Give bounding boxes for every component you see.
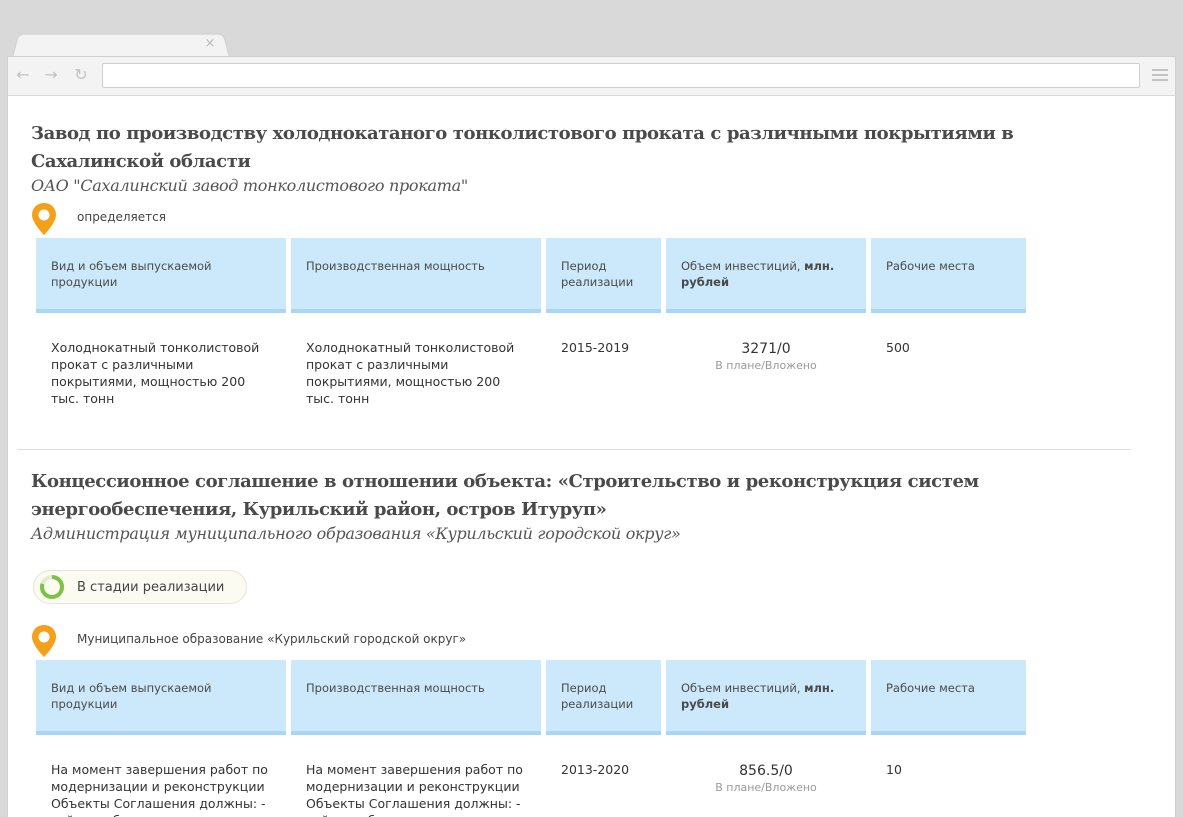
tab-close-icon[interactable]: × — [203, 37, 217, 51]
status-text: В стадии реализации — [77, 579, 225, 595]
header-jobs: Рабочие места — [871, 238, 1026, 313]
forward-icon[interactable]: → — [42, 66, 60, 84]
status-badge: В стадии реализации — [33, 570, 248, 604]
cell-product: На момент завершения работ по модернизац… — [51, 762, 268, 817]
project-organization: ОАО "Сахалинский завод тонколистового пр… — [31, 176, 468, 195]
project-location: определяется — [31, 202, 1175, 236]
project-location: Муниципальное образование «Курильский го… — [31, 624, 1175, 658]
project-title[interactable]: Завод по производству холоднокатаного то… — [31, 120, 1141, 176]
investment-caption: В плане/Вложено — [715, 781, 817, 794]
header-period: Период реализации — [546, 660, 661, 735]
project-card: Концессионное соглашение в отношении объ… — [8, 450, 1175, 817]
project-table: Вид и объем выпускаемой продукции Произв… — [31, 660, 1031, 817]
cell-jobs: 500 — [886, 340, 910, 355]
project-organization: Администрация муниципального образования… — [31, 524, 681, 543]
project-title[interactable]: Концессионное соглашение в отношении объ… — [31, 468, 1141, 524]
header-investment: Объем инвестиций, млн. рублей — [666, 660, 866, 735]
project-card: Завод по производству холоднокатаного то… — [8, 97, 1175, 449]
project-table: Вид и объем выпускаемой продукции Произв… — [31, 238, 1031, 449]
header-period: Период реализации — [546, 238, 661, 313]
cell-jobs: 10 — [886, 762, 902, 777]
location-pin-icon — [32, 625, 56, 657]
cell-capacity: На момент завершения работ по модернизац… — [306, 762, 523, 817]
address-bar[interactable] — [102, 63, 1140, 88]
table-row: Холоднокатный тонколистовой прокат с раз… — [36, 313, 1026, 449]
location-text: определяется — [77, 210, 166, 224]
investment-value: 856.5/0 — [739, 763, 793, 779]
browser-window: ← → ↻ Завод по производству холоднокатан… — [7, 56, 1176, 817]
cell-investment: 3271/0 В плане/Вложено — [666, 313, 866, 449]
cell-capacity: Холоднокатный тонколистовой прокат с раз… — [306, 340, 515, 406]
location-pin-icon — [32, 203, 56, 235]
browser-toolbar: ← → ↻ — [8, 57, 1175, 96]
cell-period: 2015-2019 — [561, 340, 630, 355]
browser-tab[interactable] — [12, 33, 230, 58]
table-row: На момент завершения работ по модернизац… — [36, 735, 1026, 817]
header-product: Вид и объем выпускаемой продукции — [36, 238, 286, 313]
page-content: Завод по производству холоднокатаного то… — [8, 97, 1175, 817]
progress-ring-icon — [40, 575, 64, 599]
reload-icon[interactable]: ↻ — [72, 66, 90, 84]
header-investment: Объем инвестиций, млн. рублей — [666, 238, 866, 313]
header-capacity: Производственная мощность — [291, 238, 541, 313]
header-jobs: Рабочие места — [871, 660, 1026, 735]
cell-product: Холоднокатный тонколистовой прокат с раз… — [51, 340, 260, 406]
investment-caption: В плане/Вложено — [715, 359, 817, 372]
investment-value: 3271/0 — [741, 341, 791, 357]
menu-icon[interactable] — [1152, 66, 1168, 84]
header-capacity: Производственная мощность — [291, 660, 541, 735]
back-icon[interactable]: ← — [14, 66, 32, 84]
location-text: Муниципальное образование «Курильский го… — [77, 632, 467, 646]
cell-period: 2013-2020 — [561, 762, 630, 777]
cell-investment: 856.5/0 В плане/Вложено — [666, 735, 866, 817]
header-product: Вид и объем выпускаемой продукции — [36, 660, 286, 735]
